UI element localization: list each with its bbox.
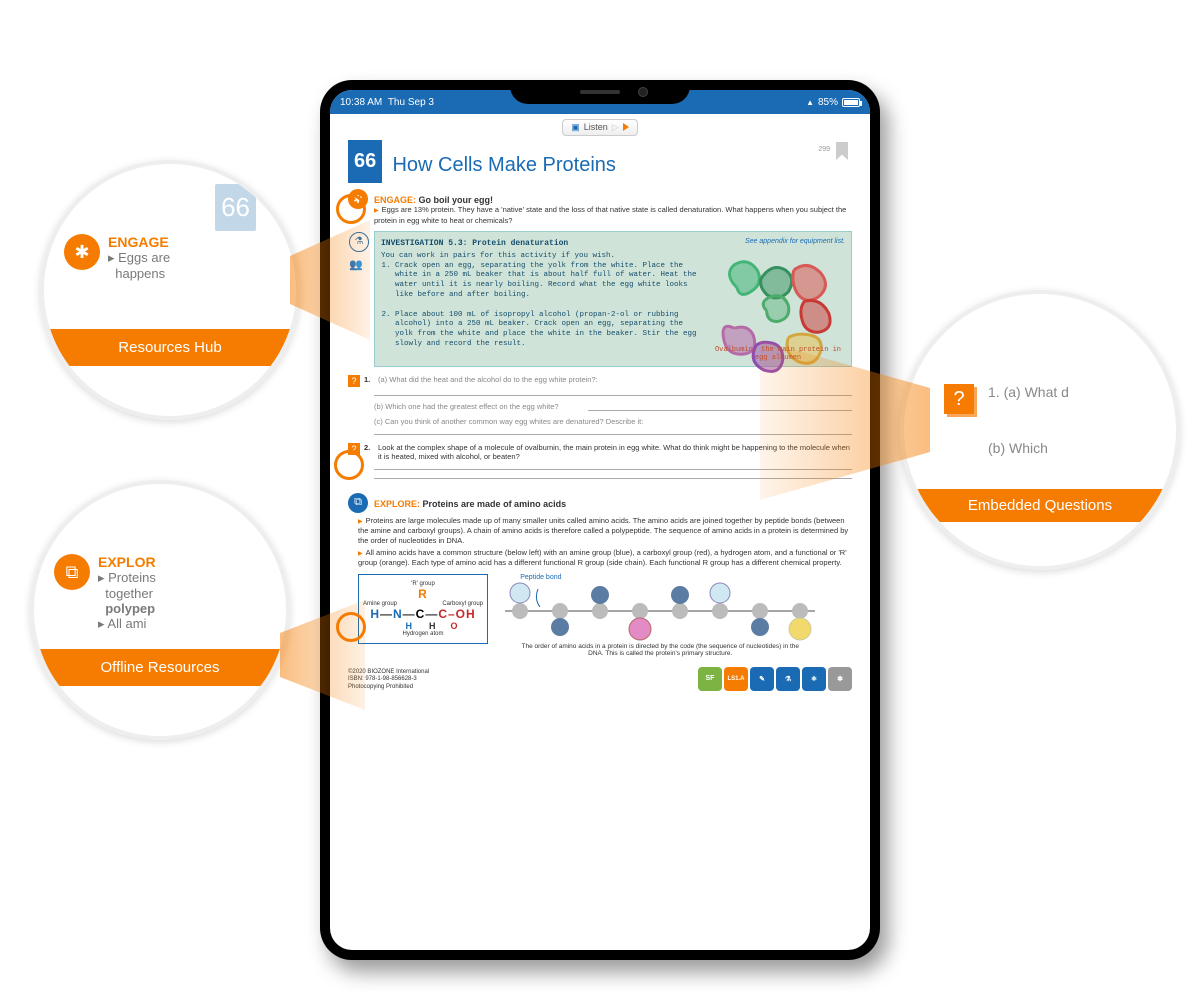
callout-embedded-questions: ? 1. (a) What d (b) Which Embedded Quest…: [900, 290, 1180, 570]
tag-ls1a: LS1.A: [724, 667, 748, 691]
callout-label: Embedded Questions: [904, 489, 1176, 522]
question-icon[interactable]: ?: [348, 375, 360, 387]
q2-number: 2.: [364, 443, 374, 461]
tag-icon-2: ⚗: [776, 667, 800, 691]
preview-body: ▸ Eggs are happens: [108, 250, 170, 281]
tag-icon-3: ⚛: [802, 667, 826, 691]
preview-body: ▸ Proteins together polypep▸ All ami: [98, 570, 156, 632]
listen-toolbar: ▣Listen▷: [330, 114, 870, 140]
q1-number: 1.: [364, 375, 374, 387]
connector-beam-3: [760, 340, 930, 500]
chapter-title: How Cells Make Proteins: [392, 154, 615, 177]
bookmark-icon[interactable]: [836, 142, 848, 160]
page-number: 299: [818, 146, 830, 153]
chapter-number: 66: [348, 140, 382, 183]
tablet-screen: 10:38 AM Thu Sep 3 85% ▣Listen▷ 299 66 H…: [330, 90, 870, 950]
preview-chapter-num: 66: [215, 184, 256, 231]
tablet-frame: 10:38 AM Thu Sep 3 85% ▣Listen▷ 299 66 H…: [320, 80, 880, 960]
hub-icon: ✱: [64, 234, 100, 270]
play-icon: [623, 123, 629, 131]
tag-icon-4: ✱: [828, 667, 852, 691]
highlight-ring-engage: [336, 194, 366, 224]
highlight-ring-explore: [336, 612, 366, 642]
tablet-notch: [510, 80, 690, 104]
standard-tags: SF LS1.A ✎ ⚗ ⚛ ✱: [698, 667, 852, 691]
offline-resources-icon[interactable]: ⧉: [348, 493, 368, 513]
explore-p2: All amino acids have a common structure …: [358, 548, 852, 568]
engage-heading: ENGAGE: Go boil your egg!: [374, 195, 852, 205]
investigation-title: INVESTIGATION 5.3: Protein denaturation: [381, 239, 568, 248]
peptide-chain-diagram: Peptide bond: [500, 574, 820, 657]
tag-icon-1: ✎: [750, 667, 774, 691]
document-icon: ⧉: [54, 554, 90, 590]
status-left: 10:38 AM Thu Sep 3: [340, 97, 434, 108]
preview-head: EXPLOR: [98, 554, 156, 570]
question-icon: ?: [944, 384, 974, 414]
connector-beam-1: [290, 220, 370, 340]
engage-body: Eggs are 13% protein. They have a 'nativ…: [374, 205, 852, 225]
preview-head: ENGAGE: [108, 234, 170, 250]
battery-percent: 85%: [818, 97, 838, 108]
peptide-caption: The order of amino acids in a protein is…: [500, 643, 820, 657]
preview-q2: (b) Which: [988, 440, 1069, 456]
amino-acid-diagram: 'R' group R Amine groupCarboxyl group H—…: [358, 574, 488, 644]
status-right: 85%: [806, 97, 860, 108]
highlight-ring-q1: [334, 450, 364, 480]
explore-heading: EXPLORE: Proteins are made of amino acid…: [374, 499, 852, 509]
callout-offline-resources: ⧉ EXPLOR ▸ Proteins together polypep▸ Al…: [30, 480, 290, 740]
tag-sf: SF: [698, 667, 722, 691]
battery-icon: [842, 98, 860, 107]
callout-label: Offline Resources: [34, 649, 286, 686]
textbook-page: 299 66 How Cells Make Proteins ENGAGE: G…: [330, 140, 870, 950]
wifi-icon: [806, 97, 814, 108]
explore-p1: Proteins are large molecules made up of …: [358, 516, 852, 545]
preview-q1: 1. (a) What d: [988, 384, 1069, 400]
listen-button[interactable]: ▣Listen▷: [562, 119, 637, 136]
callout-label: Resources Hub: [44, 329, 296, 366]
callout-resources-hub: 66 ✱ ENGAGE ▸ Eggs are happens Resources…: [40, 160, 300, 420]
appendix-link[interactable]: See appendix for equipment list.: [745, 238, 845, 245]
